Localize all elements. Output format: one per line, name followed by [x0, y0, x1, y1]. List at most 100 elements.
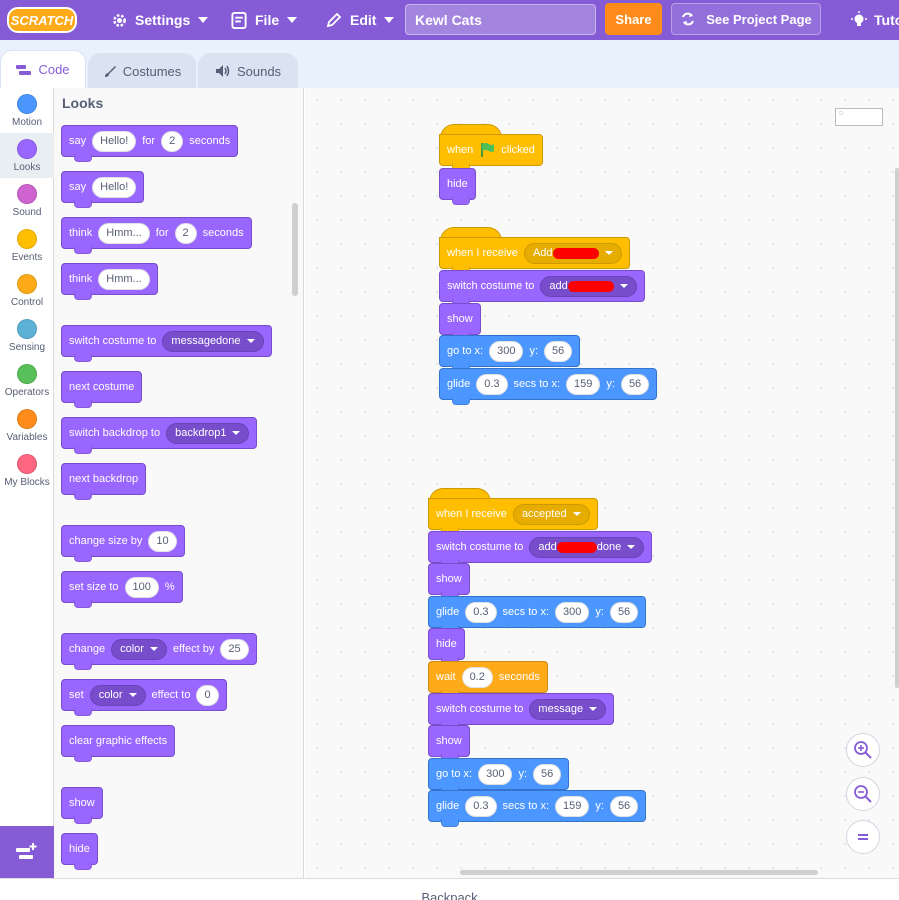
tab-costumes-label: Costumes — [122, 63, 182, 79]
zoom-out-button[interactable] — [846, 777, 880, 811]
block-input[interactable]: 300 — [489, 340, 524, 362]
block-set-effect[interactable]: set color effect to 0 — [61, 679, 227, 716]
block-input[interactable]: 56 — [609, 795, 639, 817]
block-clear-effects[interactable]: clear graphic effects — [61, 725, 176, 762]
category-my-blocks[interactable]: My Blocks — [0, 448, 54, 493]
block-think[interactable]: think Hmm... — [61, 263, 158, 300]
workspace-vertical-scrollbar[interactable] — [895, 168, 899, 688]
zoom-in-button[interactable] — [846, 733, 880, 767]
block-input[interactable]: Hmm... — [98, 222, 150, 244]
block-say[interactable]: say Hello! — [61, 171, 145, 208]
palette-scrollbar[interactable] — [292, 203, 298, 296]
share-button[interactable]: Share — [605, 3, 662, 35]
block-glide-to-xy[interactable]: glide 0.3 secs to x: 300 y: 56 — [428, 596, 647, 633]
settings-menu[interactable]: Settings — [110, 0, 209, 40]
block-input[interactable]: 56 — [544, 340, 573, 362]
block-hide[interactable]: hide — [428, 628, 465, 665]
see-project-page-button[interactable]: See Project Page — [671, 3, 821, 35]
category-events[interactable]: Events — [0, 223, 54, 268]
block-when-flag-clicked[interactable]: when clicked — [439, 134, 543, 171]
script-workspace[interactable] — [305, 88, 899, 878]
block-input[interactable]: 0.3 — [476, 373, 508, 395]
block-change-effect[interactable]: change color effect by 25 — [61, 633, 257, 670]
block-switch-costume[interactable]: switch costume to message — [428, 693, 615, 730]
block-input[interactable]: Hello! — [92, 130, 137, 152]
block-set-size[interactable]: set size to 100 % — [61, 571, 183, 608]
workspace-horizontal-scrollbar[interactable] — [460, 870, 818, 875]
block-input[interactable]: 10 — [148, 530, 177, 552]
block-glide-to-xy[interactable]: glide 0.3 secs to x: 159 y: 56 — [428, 790, 647, 827]
tab-code[interactable]: Code — [0, 50, 86, 88]
block-input[interactable]: 159 — [566, 373, 601, 395]
block-text: when — [447, 144, 474, 156]
block-input[interactable]: 100 — [124, 576, 159, 598]
block-next-backdrop[interactable]: next backdrop — [61, 463, 147, 500]
message-dropdown[interactable]: accepted — [512, 503, 590, 525]
effect-dropdown[interactable]: color — [111, 638, 167, 660]
block-show[interactable]: show — [61, 787, 103, 824]
backdrop-dropdown[interactable]: backdrop1 — [166, 422, 250, 444]
block-show[interactable]: show — [428, 563, 470, 600]
block-when-i-receive[interactable]: when I receive accepted — [428, 498, 598, 535]
block-input[interactable]: Hmm... — [98, 268, 150, 290]
effect-dropdown[interactable]: color — [89, 684, 146, 706]
scratch-logo[interactable]: SCRATCH — [7, 6, 77, 34]
block-say-for-secs[interactable]: say Hello! for 2 seconds — [61, 125, 239, 162]
category-motion[interactable]: Motion — [0, 88, 54, 133]
category-sensing[interactable]: Sensing — [0, 313, 54, 358]
block-input[interactable]: 56 — [620, 373, 650, 395]
block-input[interactable]: 0 — [196, 684, 219, 706]
block-go-to-xy[interactable]: go to x: 300 y: 56 — [439, 335, 581, 372]
category-variables[interactable]: Variables — [0, 403, 54, 448]
block-show[interactable]: show — [439, 303, 481, 340]
project-title-input[interactable] — [405, 4, 596, 35]
block-input[interactable]: 159 — [555, 795, 590, 817]
block-input[interactable]: 300 — [478, 763, 513, 785]
block-input[interactable]: Hello! — [92, 176, 137, 198]
block-wait[interactable]: wait 0.2 seconds — [428, 661, 548, 698]
equals-icon — [858, 834, 868, 840]
block-switch-costume[interactable]: switch costume to messagedone — [61, 325, 272, 362]
block-input[interactable]: 0.3 — [465, 795, 497, 817]
block-when-i-receive[interactable]: when I receive Add — [439, 237, 630, 274]
settings-label: Settings — [135, 12, 191, 28]
message-dropdown[interactable]: Add — [523, 242, 622, 264]
costume-dropdown[interactable]: add — [540, 275, 637, 297]
block-show[interactable]: show — [428, 725, 470, 762]
tab-sounds[interactable]: Sounds — [198, 53, 298, 88]
block-change-size[interactable]: change size by 10 — [61, 525, 185, 562]
block-input[interactable]: 2 — [161, 130, 184, 152]
block-hide[interactable]: hide — [61, 833, 98, 870]
file-menu[interactable]: File — [230, 0, 298, 40]
block-switch-costume[interactable]: switch costume to add done — [428, 531, 653, 568]
category-sound[interactable]: Sound — [0, 178, 54, 223]
category-control[interactable]: Control — [0, 268, 54, 313]
block-hide[interactable]: hide — [439, 168, 476, 205]
tab-costumes[interactable]: Costumes — [88, 53, 196, 88]
block-input[interactable]: 0.3 — [465, 601, 497, 623]
block-glide-to-xy[interactable]: glide 0.3 secs to x: 159 y: 56 — [439, 368, 658, 405]
block-input[interactable]: 56 — [609, 601, 639, 623]
edit-menu[interactable]: Edit — [325, 0, 395, 40]
block-input[interactable]: 0.2 — [461, 666, 493, 688]
block-switch-costume[interactable]: switch costume to add — [439, 270, 645, 307]
zoom-reset-button[interactable] — [846, 820, 880, 854]
add-extension-button[interactable] — [0, 826, 54, 878]
costume-dropdown[interactable]: message — [529, 698, 607, 720]
block-think-for-secs[interactable]: think Hmm... for 2 seconds — [61, 217, 252, 254]
block-input[interactable]: 2 — [174, 222, 197, 244]
block-input[interactable]: 25 — [220, 638, 249, 660]
category-operators[interactable]: Operators — [0, 358, 54, 403]
block-input[interactable]: 300 — [555, 601, 590, 623]
block-next-costume[interactable]: next costume — [61, 371, 143, 408]
category-label: Motion — [11, 117, 42, 128]
stage-minimap[interactable]: ▢ — [835, 108, 883, 126]
block-go-to-xy[interactable]: go to x: 300 y: 56 — [428, 758, 570, 795]
category-looks[interactable]: Looks — [0, 133, 54, 178]
costume-dropdown[interactable]: add done — [529, 536, 645, 558]
tutorials-button[interactable]: Tuto — [850, 0, 899, 40]
block-input[interactable]: 56 — [533, 763, 562, 785]
block-switch-backdrop[interactable]: switch backdrop to backdrop1 — [61, 417, 258, 454]
backpack-bar[interactable]: Backpack — [0, 878, 899, 900]
costume-dropdown[interactable]: messagedone — [162, 330, 264, 352]
